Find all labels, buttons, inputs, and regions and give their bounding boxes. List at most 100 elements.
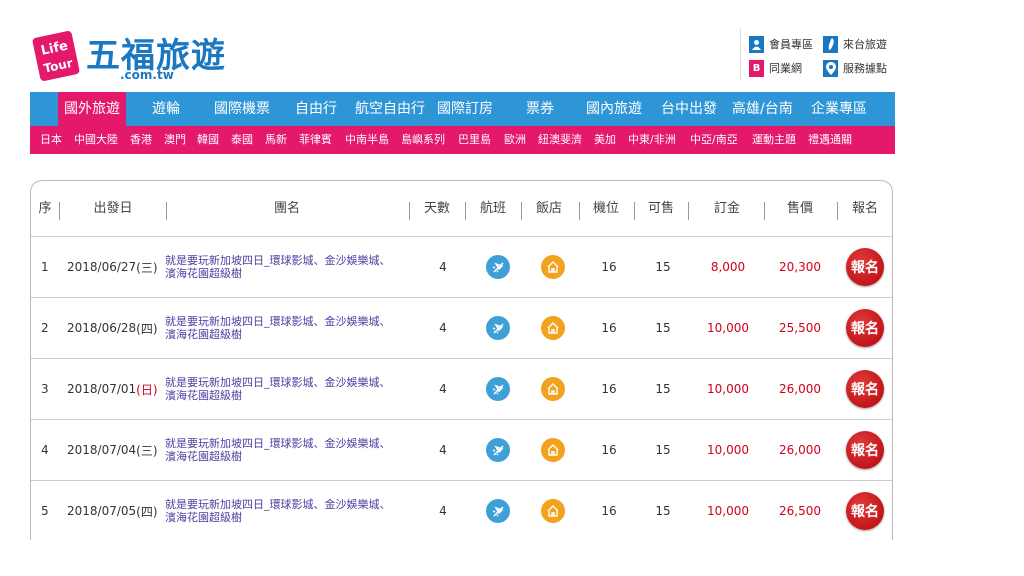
table-header: 序 出發日 團名 天數 航班 飯店 機位 可售 訂金 售價 報名 [31,181,892,237]
hotel-icon[interactable] [541,316,565,340]
nav-taichung-departure[interactable]: 台中出發 [661,92,717,126]
airplane-icon[interactable] [486,438,510,462]
flight-cell [486,237,510,297]
col-tour-name: 團名 [273,201,300,216]
hotel-cell [541,359,565,419]
tour-name-cell: 就是要玩新加坡四日_環球影城、金沙娛樂城、濱海花園超級樹 [165,237,401,297]
departure-date: 2018/07/01 (日) [67,382,158,397]
deposit: 10,000 [707,321,749,335]
row-number: 1 [41,260,49,274]
nav-tickets[interactable]: 票券 [526,92,554,126]
agency-link[interactable]: B 同業網 [749,58,802,78]
region-malaysia-singapore[interactable]: 馬新 [265,126,287,154]
signup-cell: 報名 [845,298,885,358]
hotel-icon[interactable] [541,255,565,279]
available: 15 [655,260,671,274]
tour-name-link[interactable]: 就是要玩新加坡四日_環球影城、金沙娛樂城、濱海花園超級樹 [165,498,401,524]
nav-international-travel[interactable]: 國外旅遊 [58,92,126,126]
row-number: 3 [41,382,49,396]
nav-domestic-travel[interactable]: 國內旅遊 [586,92,642,126]
region-vip-clearance[interactable]: 禮遇通關 [808,126,852,154]
flight-cell [486,298,510,358]
top-links: 會員專區 來台旅遊 B 同業網 服務據點 [740,28,896,80]
departure-date: 2018/07/05 (四) [67,504,158,519]
col-available: 可售 [647,201,674,216]
signup-button[interactable]: 報名 [846,309,884,347]
table-row: 3 2018/07/01 (日) 就是要玩新加坡四日_環球影城、金沙娛樂城、濱海花… [31,359,892,420]
row-number: 4 [41,443,49,457]
col-days: 天數 [423,201,450,216]
service-location-link[interactable]: 服務據點 [823,58,887,78]
row-number: 2 [41,321,49,335]
region-macau[interactable]: 澳門 [164,126,186,154]
airplane-icon[interactable] [486,316,510,340]
airplane-icon[interactable] [486,377,510,401]
region-europe[interactable]: 歐洲 [504,126,526,154]
available: 15 [655,321,671,335]
table-row: 1 2018/06/27 (三) 就是要玩新加坡四日_環球影城、金沙娛樂城、濱海花… [31,237,892,298]
signup-button[interactable]: 報名 [846,248,884,286]
region-korea[interactable]: 韓國 [197,126,219,154]
signup-button[interactable]: 報名 [846,370,884,408]
site-logo[interactable]: Life Tour 五福旅遊 .com.tw [30,24,250,88]
region-hongkong[interactable]: 香港 [130,126,152,154]
price: 26,000 [779,443,821,457]
region-indochina[interactable]: 中南半島 [345,126,389,154]
col-deposit: 訂金 [713,201,740,216]
departure-date: 2018/07/04 (三) [67,443,158,458]
seats: 16 [601,382,617,396]
departure-date: 2018/06/28 (四) [67,321,158,336]
region-philippines[interactable]: 菲律賓 [299,126,332,154]
taiwan-travel-link[interactable]: 來台旅遊 [823,34,887,54]
member-link[interactable]: 會員專區 [749,34,813,54]
signup-button[interactable]: 報名 [846,492,884,530]
nav-hotel-booking[interactable]: 國際訂房 [437,92,493,126]
available: 15 [655,382,671,396]
hotel-icon[interactable] [541,499,565,523]
deposit: 10,000 [707,382,749,396]
hotel-cell [541,298,565,358]
region-thailand[interactable]: 泰國 [231,126,253,154]
region-oceania-fiji[interactable]: 紐澳斐濟 [538,126,582,154]
table-row: 5 2018/07/05 (四) 就是要玩新加坡四日_環球影城、金沙娛樂城、濱海花… [31,481,892,540]
seats: 16 [601,504,617,518]
nav-free-travel[interactable]: 自由行 [295,92,337,126]
region-bali[interactable]: 巴里島 [458,126,491,154]
airplane-icon[interactable] [486,255,510,279]
deposit: 10,000 [707,504,749,518]
hotel-icon[interactable] [541,438,565,462]
hotel-icon[interactable] [541,377,565,401]
tour-name-link[interactable]: 就是要玩新加坡四日_環球影城、金沙娛樂城、濱海花園超級樹 [165,254,401,280]
hotel-cell [541,420,565,480]
region-middle-east-africa[interactable]: 中東/非洲 [628,126,676,154]
seats: 16 [601,443,617,457]
price: 26,000 [779,382,821,396]
region-central-south-asia[interactable]: 中亞/南亞 [690,126,738,154]
nav-kaohsiung-tainan[interactable]: 高雄/台南 [732,92,793,126]
logo-domain: .com.tw [120,68,174,82]
tour-name-cell: 就是要玩新加坡四日_環球影城、金沙娛樂城、濱海花園超級樹 [165,359,401,419]
region-sports[interactable]: 運動主題 [752,126,796,154]
nav-air-free-travel[interactable]: 航空自由行 [355,92,425,126]
region-america-canada[interactable]: 美加 [594,126,616,154]
flight-cell [486,481,510,540]
tour-name-link[interactable]: 就是要玩新加坡四日_環球影城、金沙娛樂城、濱海花園超級樹 [165,315,401,341]
nav-cruise[interactable]: 遊輪 [152,92,180,126]
flight-cell [486,420,510,480]
nav-air-tickets[interactable]: 國際機票 [214,92,270,126]
departure-date: 2018/06/27 (三) [67,260,158,275]
region-china[interactable]: 中國大陸 [74,126,118,154]
region-islands[interactable]: 島嶼系列 [401,126,445,154]
nav-corporate[interactable]: 企業專區 [811,92,867,126]
taiwan-icon [823,35,838,53]
seats: 16 [601,260,617,274]
days: 4 [439,382,447,396]
region-japan[interactable]: 日本 [40,126,62,154]
signup-button[interactable]: 報名 [846,431,884,469]
hotel-cell [541,481,565,540]
days: 4 [439,260,447,274]
tour-name-link[interactable]: 就是要玩新加坡四日_環球影城、金沙娛樂城、濱海花園超級樹 [165,437,401,463]
tour-name-link[interactable]: 就是要玩新加坡四日_環球影城、金沙娛樂城、濱海花園超級樹 [165,376,401,402]
airplane-icon[interactable] [486,499,510,523]
col-hotel: 飯店 [535,201,562,216]
